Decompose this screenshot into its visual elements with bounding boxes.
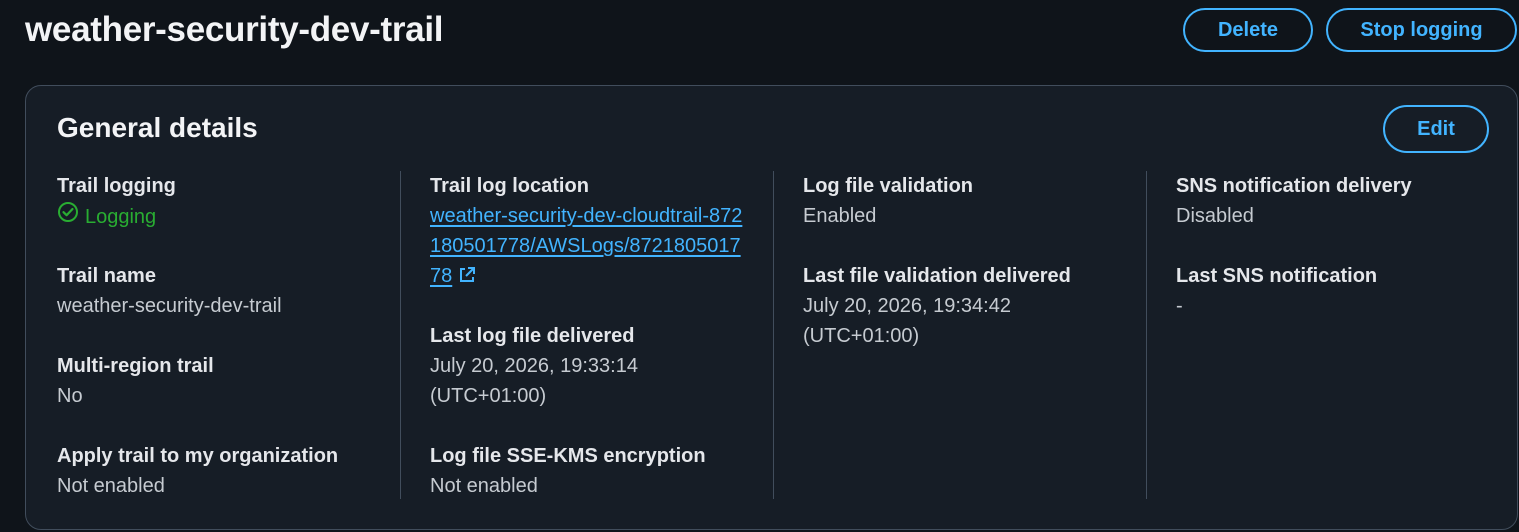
field-label: Trail logging — [57, 175, 176, 197]
field-label: Log file SSE-KMS encryption — [430, 445, 706, 467]
field-value-timezone: (UTC+01:00) — [430, 385, 547, 407]
field-value: No — [57, 385, 83, 407]
general-details-panel: General details Edit Trail logging Loggi… — [25, 85, 1518, 530]
field-label: Last SNS notification — [1176, 265, 1378, 287]
field-trail-name: Trail name weather-security-dev-trail — [57, 261, 397, 321]
trail-log-location-link[interactable]: weather-security-dev-cloudtrail-87218050… — [430, 201, 750, 293]
field-trail-log-location: Trail log location weather-security-dev-… — [430, 171, 770, 293]
field-value: weather-security-dev-trail — [57, 295, 282, 317]
delete-button[interactable]: Delete — [1183, 8, 1313, 52]
field-label: Log file validation — [803, 175, 974, 197]
field-value-date: July 20, 2026, 19:33:14 — [430, 355, 638, 377]
edit-button[interactable]: Edit — [1383, 105, 1489, 153]
field-sns-delivery: SNS notification delivery Disabled — [1176, 171, 1516, 231]
field-apply-organization: Apply trail to my organization Not enabl… — [57, 441, 397, 501]
panel-title: General details — [57, 112, 258, 143]
column-divider — [400, 171, 401, 499]
field-label: Last file validation delivered — [803, 265, 1071, 287]
field-label: Last log file delivered — [430, 325, 635, 347]
field-label: Trail name — [57, 265, 156, 287]
field-trail-logging: Trail logging Logging — [57, 171, 397, 232]
column-divider — [773, 171, 774, 499]
status-logging: Logging — [57, 201, 397, 232]
external-link-icon — [458, 263, 476, 293]
field-label: Trail log location — [430, 175, 589, 197]
status-text: Logging — [85, 205, 157, 228]
field-multi-region: Multi-region trail No — [57, 351, 397, 411]
field-last-sns: Last SNS notification - — [1176, 261, 1516, 321]
field-log-file-validation: Log file validation Enabled — [803, 171, 1143, 231]
page-title: weather-security-dev-trail — [25, 10, 444, 49]
field-value: Not enabled — [430, 475, 538, 497]
check-circle-icon — [57, 201, 79, 232]
field-value-date: July 20, 2026, 19:34:42 — [803, 295, 1011, 317]
field-sse-kms: Log file SSE-KMS encryption Not enabled — [430, 441, 770, 501]
field-label: SNS notification delivery — [1176, 175, 1412, 197]
field-value: Disabled — [1176, 205, 1254, 227]
field-last-log-delivered: Last log file delivered July 20, 2026, 1… — [430, 321, 770, 411]
field-last-validation-delivered: Last file validation delivered July 20, … — [803, 261, 1143, 351]
field-value: Enabled — [803, 205, 877, 227]
field-value: Not enabled — [57, 475, 165, 497]
stop-logging-button[interactable]: Stop logging — [1326, 8, 1517, 52]
field-label: Multi-region trail — [57, 355, 214, 377]
field-value: - — [1176, 295, 1183, 317]
page-header: weather-security-dev-trail Delete Stop l… — [0, 0, 1519, 70]
field-value-timezone: (UTC+01:00) — [803, 325, 920, 347]
column-divider — [1146, 171, 1147, 499]
link-text[interactable]: weather-security-dev-cloudtrail-87218050… — [430, 205, 742, 287]
field-label: Apply trail to my organization — [57, 445, 339, 467]
